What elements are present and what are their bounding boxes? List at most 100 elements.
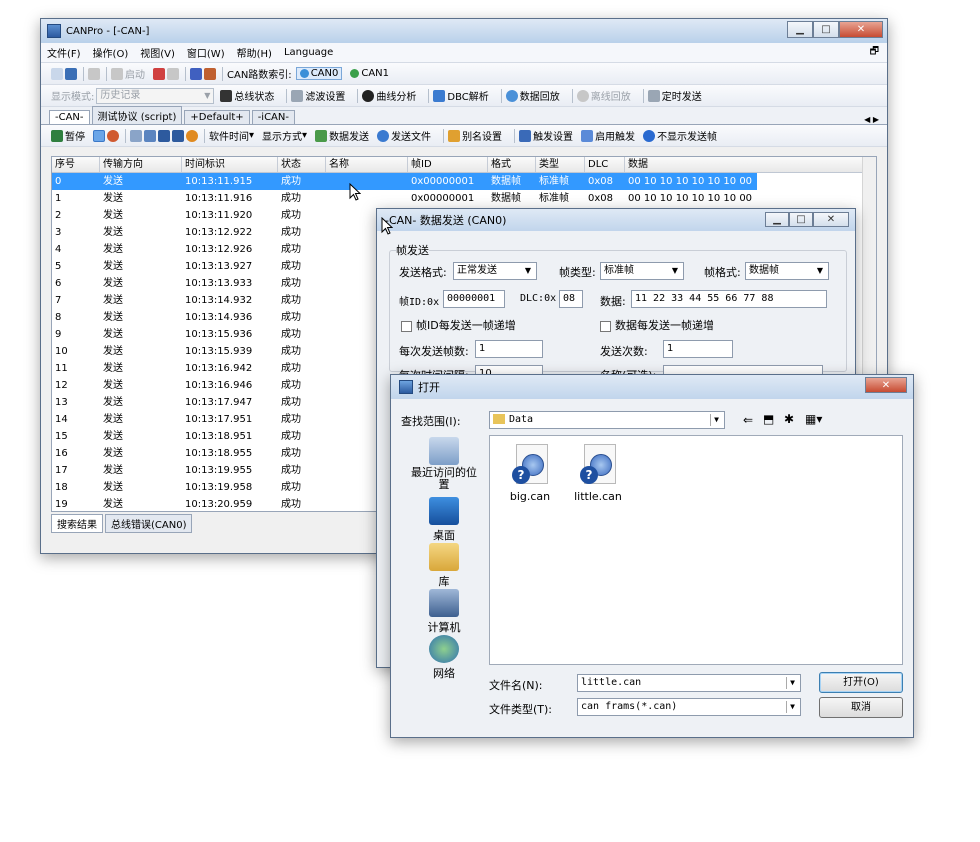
table-row[interactable]: 1 发送 10:13:11.916 成功 0x00000001 数据帧 标准帧 0x08 00 … — [52, 190, 876, 207]
data-input[interactable]: 11 22 33 44 55 66 77 88 — [631, 290, 827, 308]
col-type[interactable]: 类型 — [536, 157, 585, 172]
col-dlc[interactable]: DLC — [585, 157, 625, 172]
open-button[interactable]: 打开(O) — [819, 672, 903, 693]
frames-per-send-input[interactable]: 1 — [475, 340, 543, 358]
col-index[interactable]: 序号 — [52, 157, 100, 172]
clear-icon[interactable] — [107, 129, 119, 142]
place-library[interactable]: 库 — [399, 543, 489, 589]
filename-input[interactable]: little.can ▼ — [577, 674, 801, 692]
tab-search-results[interactable]: 搜索结果 — [51, 514, 103, 533]
frame-type-select[interactable]: 标准帧 ▼ — [600, 262, 684, 280]
send-format-select[interactable]: 正常发送 ▼ — [453, 262, 537, 280]
tab-default[interactable]: +Default+ — [184, 110, 250, 124]
id-increment-checkbox[interactable]: 帧ID每发送一帧递增 — [401, 317, 516, 333]
data-playback-button[interactable]: 数据回放 — [505, 88, 560, 103]
col-time[interactable]: 时间标识 — [182, 157, 278, 172]
place-computer[interactable]: 计算机 — [399, 589, 489, 635]
col-status[interactable]: 状态 — [278, 157, 326, 172]
back-icon[interactable]: ⇐ — [743, 413, 753, 427]
device-icon[interactable] — [190, 67, 202, 80]
minimize-button[interactable]: ▁ — [787, 21, 813, 38]
reset-icon[interactable] — [167, 67, 179, 80]
tab-ican[interactable]: -iCAN- — [251, 110, 295, 124]
open-icon[interactable] — [51, 67, 63, 80]
place-desktop[interactable]: 桌面 — [399, 497, 489, 543]
frame-id-input[interactable]: 00000001 — [443, 290, 505, 308]
pause-button[interactable]: 暂停 — [51, 128, 85, 143]
place-recent[interactable]: 最近访问的位置 — [399, 437, 489, 491]
col-frame-id[interactable]: 帧ID — [408, 157, 488, 172]
can0-button[interactable]: CAN0 — [295, 67, 343, 80]
autoscroll-icon[interactable] — [93, 129, 105, 142]
menu-view[interactable]: 视图(V) — [140, 45, 175, 60]
timed-send-button[interactable]: 定时发送 — [647, 88, 702, 103]
restore-child-icon[interactable]: 🗗 — [870, 44, 879, 61]
menu-help[interactable]: 帮助(H) — [237, 45, 272, 60]
save-icon[interactable] — [65, 67, 77, 80]
offline-playback-button[interactable]: 离线回放 — [576, 88, 631, 103]
col-data[interactable]: 数据 — [625, 157, 876, 172]
place-network[interactable]: 网络 — [399, 635, 489, 681]
tab-can[interactable]: -CAN- — [49, 110, 90, 124]
can1-button[interactable]: CAN1 — [350, 68, 389, 79]
tab-script[interactable]: 测试协议 (script) — [91, 106, 183, 124]
cancel-button[interactable]: 取消 — [819, 697, 903, 718]
file-item-little[interactable]: ? little.can — [568, 444, 628, 503]
file-item-big[interactable]: ? big.can — [500, 444, 560, 503]
menu-operation[interactable]: 操作(O) — [93, 45, 129, 60]
settings-icon[interactable] — [186, 129, 198, 142]
up-folder-icon[interactable]: ⬒ — [763, 412, 774, 426]
table-row[interactable]: 0 发送 10:13:11.915 成功 0x00000001 数据帧 标准帧 0x08 00 … — [52, 173, 757, 190]
menu-language[interactable]: Language — [284, 47, 333, 58]
col-name[interactable]: 名称 — [326, 157, 408, 172]
view-menu-icon[interactable]: ▦▾ — [805, 412, 822, 426]
open-dialog-close[interactable]: ✕ — [865, 377, 907, 393]
start-button[interactable]: 启动 — [111, 66, 145, 81]
display-mode-button[interactable]: 显示方式 ▾ — [262, 128, 307, 143]
send-dialog-minimize[interactable]: ▁ — [765, 212, 789, 227]
file-list: ? big.can ? little.can — [489, 435, 903, 665]
maximize-button[interactable]: □ — [813, 21, 839, 38]
bottom-tabs: 搜索结果 总线错误(CAN0) — [51, 514, 194, 533]
dlc-input[interactable]: 08 — [559, 290, 583, 308]
send-count-input[interactable]: 1 — [663, 340, 733, 358]
edit-icon[interactable] — [88, 67, 100, 80]
chevron-down-icon: ▼ — [816, 266, 824, 275]
send-file-button[interactable]: 发送文件 — [377, 128, 431, 143]
enable-trigger-button[interactable]: 启用触发 — [581, 128, 635, 143]
col-direction[interactable]: 传输方向 — [100, 157, 182, 172]
send-dialog-title: -CAN- 数据发送 (CAN0) — [385, 214, 507, 227]
new-folder-icon[interactable]: ✱ — [784, 412, 794, 426]
filter-icon — [291, 89, 304, 102]
filetype-select[interactable]: can frams(*.can) ▼ — [577, 698, 801, 716]
tools-icon[interactable] — [204, 67, 216, 80]
col-format[interactable]: 格式 — [488, 157, 536, 172]
bus-status-button[interactable]: 总线状态 — [220, 88, 274, 103]
save-as-icon[interactable] — [172, 129, 184, 142]
save-data-icon[interactable] — [158, 129, 170, 142]
alias-settings-button[interactable]: 别名设置 — [448, 128, 502, 143]
data-increment-checkbox[interactable]: 数据每发送一帧递增 — [600, 317, 714, 333]
trigger-settings-button[interactable]: 触发设置 — [519, 128, 573, 143]
tab-bus-errors[interactable]: 总线错误(CAN0) — [105, 514, 193, 533]
display-mode-select[interactable]: 历史记录 ▼ — [96, 87, 215, 104]
tab-scroll-icon[interactable]: ◀ ▶ — [864, 115, 879, 124]
close-button[interactable]: ✕ — [839, 21, 883, 38]
data-send-button[interactable]: 数据发送 — [315, 128, 369, 143]
stop-icon[interactable] — [153, 67, 165, 80]
menu-file[interactable]: 文件(F) — [47, 45, 81, 60]
can1-label: CAN1 — [361, 68, 390, 79]
menu-window[interactable]: 窗口(W) — [187, 45, 225, 60]
filter-settings-button[interactable]: 滤波设置 — [291, 88, 345, 103]
hide-sent-button[interactable]: 不显示发送帧 — [643, 128, 717, 143]
look-in-select[interactable]: Data ▼ — [489, 411, 725, 429]
send-dialog-maximize[interactable]: □ — [789, 212, 813, 227]
frame-format-select[interactable]: 数据帧 ▼ — [745, 262, 829, 280]
chevron-down-icon: ▼ — [524, 266, 532, 275]
curve-analysis-button[interactable]: 曲线分析 — [362, 88, 416, 103]
software-time-button[interactable]: 软件时间 ▾ — [209, 128, 254, 143]
dbc-parse-button[interactable]: DBC解析 — [433, 88, 489, 103]
copy-icon[interactable] — [130, 129, 142, 142]
send-dialog-close[interactable]: ✕ — [813, 212, 849, 227]
export-icon[interactable] — [144, 129, 156, 142]
